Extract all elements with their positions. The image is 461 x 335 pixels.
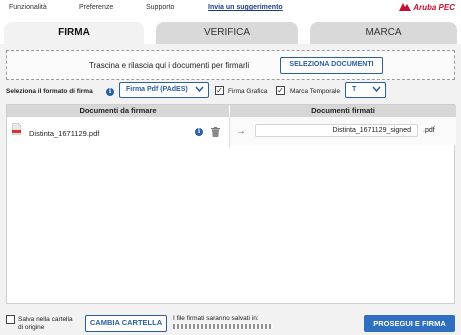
tab-verifica[interactable]: VERIFICA bbox=[156, 22, 298, 44]
arrow-right-icon: → bbox=[236, 126, 246, 137]
aruba-logo-icon bbox=[399, 3, 412, 11]
save-origin-label: Salva nella cartella di origine bbox=[18, 316, 73, 331]
header-documents-to-sign: Documenti da firmare bbox=[7, 105, 229, 117]
chevron-down-icon bbox=[195, 85, 204, 98]
logo-text: Aruba PEC bbox=[413, 2, 455, 12]
signature-options: Seleziona il formato di firma i Firma Pd… bbox=[0, 81, 461, 101]
tab-firma[interactable]: FIRMA bbox=[4, 22, 144, 44]
file-info-icon[interactable]: i bbox=[195, 128, 203, 136]
output-file-row: → Distinta_1671129_signed .pdf bbox=[230, 117, 456, 145]
timestamp-label: Marca Temporale bbox=[290, 88, 341, 95]
menu-supporto[interactable]: Supporto bbox=[146, 4, 174, 11]
format-select[interactable]: Firma Pdf (PAdES) bbox=[119, 82, 209, 98]
main-tabs: FIRMA VERIFICA MARCA bbox=[0, 22, 461, 44]
redacted-path bbox=[173, 323, 273, 329]
format-info-icon[interactable]: i bbox=[106, 88, 114, 96]
trash-icon[interactable] bbox=[211, 127, 220, 137]
graphic-signature-label: Firma Grafica bbox=[228, 88, 268, 95]
proceed-and-sign-button[interactable]: PROSEGUI E FIRMA bbox=[364, 315, 455, 332]
output-extension: .pdf bbox=[423, 127, 435, 134]
top-navigation: Funzionalità Preferenze Supporto Invia u… bbox=[0, 0, 461, 18]
chevron-down-icon bbox=[372, 85, 381, 98]
bottom-bar: Salva nella cartella di origine CAMBIA C… bbox=[0, 309, 461, 335]
aruba-logo: Aruba PEC bbox=[399, 2, 455, 12]
change-folder-button[interactable]: CAMBIA CARTELLA bbox=[85, 315, 167, 332]
firma-panel: Trascina e rilascia qui i documenti per … bbox=[0, 44, 461, 335]
suggestion-link[interactable]: Invia un suggerimento bbox=[208, 4, 283, 11]
menu-funzionalita[interactable]: Funzionalità bbox=[9, 4, 47, 11]
drop-zone-text: Trascina e rilascia qui i documenti per … bbox=[89, 61, 250, 70]
menu-preferenze[interactable]: Preferenze bbox=[79, 4, 113, 11]
timestamp-select-value: T bbox=[352, 86, 357, 93]
header-signed-documents: Documenti firmati bbox=[230, 105, 456, 117]
pdf-file-icon bbox=[12, 123, 21, 135]
drop-zone[interactable]: Trascina e rilascia qui i documenti per … bbox=[6, 50, 455, 80]
documents-table: Documenti da firmare Documenti firmati D… bbox=[6, 104, 456, 304]
tab-marca[interactable]: MARCA bbox=[310, 22, 457, 44]
graphic-signature-checkbox[interactable]: ✓ bbox=[215, 86, 224, 95]
save-location-info: I file firmati saranno salvati in: bbox=[173, 315, 293, 331]
timestamp-select[interactable]: T bbox=[345, 82, 386, 98]
format-select-value: Firma Pdf (PAdES) bbox=[126, 86, 188, 93]
input-file-row[interactable]: Distinta_1671129.pdf i bbox=[7, 117, 229, 145]
timestamp-checkbox[interactable]: ✓ bbox=[276, 86, 285, 95]
input-file-name: Distinta_1671129.pdf bbox=[29, 129, 100, 138]
output-name-field[interactable]: Distinta_1671129_signed bbox=[255, 124, 418, 137]
save-origin-checkbox[interactable] bbox=[6, 315, 15, 324]
format-label: Seleziona il formato di firma bbox=[6, 88, 93, 95]
save-location-text: I file firmati saranno salvati in: bbox=[173, 315, 259, 322]
select-documents-button[interactable]: SELEZIONA DOCUMENTI bbox=[280, 57, 383, 74]
